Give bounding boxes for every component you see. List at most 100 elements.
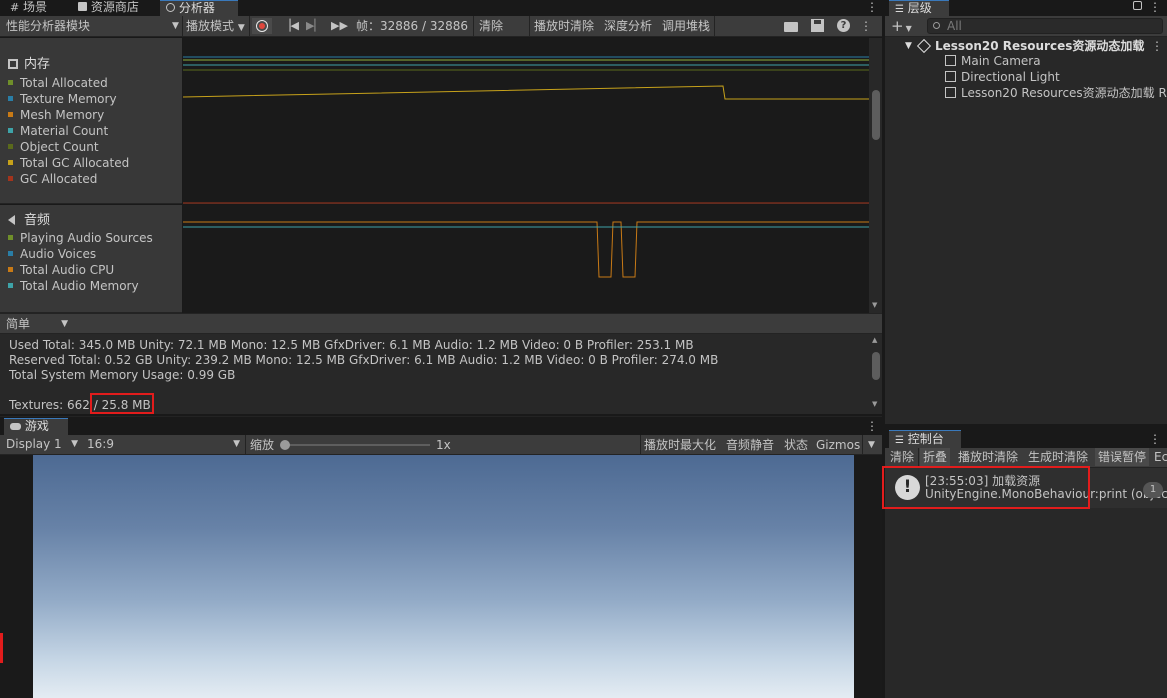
lock-icon[interactable] — [1133, 1, 1142, 10]
audio-module-panel[interactable]: 音频 Playing Audio Sources Audio Voices Tota… — [0, 205, 182, 313]
console-clear-button[interactable]: 清除 — [887, 448, 917, 466]
console-clear-on-play-button[interactable]: 播放时清除 — [955, 448, 1021, 466]
legend-label: Texture Memory — [20, 92, 117, 106]
legend-label: GC Allocated — [20, 172, 98, 186]
current-frame-button[interactable]: ▶▶ — [331, 16, 348, 36]
legend-label: Total Audio Memory — [20, 279, 139, 293]
memory-chart[interactable] — [182, 38, 869, 204]
stats-button[interactable]: 状态 — [784, 435, 808, 455]
game-menu-icon[interactable]: ⋮ — [866, 419, 878, 433]
tab-console[interactable]: ☰ 控制台 — [889, 430, 961, 448]
legend-label: Total Audio CPU — [20, 263, 115, 277]
next-frame-icon: ▶▏ — [306, 19, 323, 32]
scene-row[interactable]: ▼ Lesson20 Resources资源动态加载 — [905, 38, 1144, 54]
clear-on-play-button[interactable]: 播放时清除 — [534, 16, 594, 36]
legend-swatch — [8, 112, 13, 117]
scroll-up-icon[interactable]: ▲ — [872, 336, 877, 344]
legend-swatch — [8, 176, 13, 181]
legend-swatch — [8, 80, 13, 85]
clear-button[interactable]: 清除 — [479, 16, 503, 36]
scale-slider-thumb[interactable] — [280, 440, 290, 450]
audio-chart[interactable] — [183, 205, 869, 313]
audio-module-header: 音频 — [8, 209, 50, 228]
more-options-icon[interactable]: ⋮ — [866, 0, 878, 14]
details-scrollbar-thumb[interactable] — [872, 352, 880, 380]
gameobject-icon — [945, 71, 956, 82]
hierarchy-search-input[interactable]: All — [927, 18, 1163, 34]
audio-legend-item[interactable]: Total Audio Memory — [8, 278, 139, 294]
profiler-toolbar: 性能分析器模块 ▼ 播放模式 ▼ ▕◀ ▶▏ ▶▶ 帧：32886 / 3288… — [0, 16, 882, 37]
previous-frame-button[interactable]: ▕◀ — [282, 16, 299, 36]
view-mode-dropdown[interactable]: 简单 ▼ — [2, 316, 74, 332]
legend-label: Total GC Allocated — [20, 156, 130, 170]
memory-module-panel[interactable]: 内存 Total Allocated Texture Memory Mesh Mem… — [0, 38, 182, 204]
memory-legend-item[interactable]: Texture Memory — [8, 91, 117, 107]
scroll-down-icon[interactable]: ▼ — [872, 301, 877, 309]
hierarchy-item-lesson20[interactable]: Lesson20 Resources资源动态加载 R — [945, 85, 1167, 101]
call-stacks-button[interactable]: 调用堆栈 — [662, 16, 710, 36]
scale-label: 缩放 — [250, 438, 275, 452]
memory-legend-item[interactable]: Total GC Allocated — [8, 155, 129, 171]
tab-game[interactable]: 游戏 — [4, 418, 68, 436]
create-button[interactable]: + ▼ — [891, 16, 912, 39]
profiler-modules-dropdown[interactable]: 性能分析器模块 ▼ — [6, 16, 182, 36]
memory-legend-item[interactable]: Mesh Memory — [8, 107, 104, 123]
next-frame-button[interactable]: ▶▏ — [306, 16, 323, 36]
help-button[interactable]: ? — [837, 19, 850, 32]
save-button[interactable] — [811, 19, 824, 32]
series-line-total-gc — [182, 85, 869, 100]
expand-arrow-icon[interactable]: ▼ — [905, 38, 912, 54]
display-dropdown[interactable]: Display 1 ▼ — [2, 436, 82, 453]
scale-slider[interactable] — [280, 440, 430, 450]
scroll-down-icon[interactable]: ▼ — [872, 400, 877, 408]
console-editor-button[interactable]: Ec — [1151, 448, 1167, 466]
memory-legend-item[interactable]: Object Count — [8, 139, 99, 155]
console-menu-icon[interactable]: ⋮ — [1149, 432, 1161, 446]
scene-menu-icon[interactable]: ⋮ — [1151, 39, 1163, 53]
maximize-on-play-button[interactable]: 播放时最大化 — [644, 435, 716, 455]
gizmos-dropdown-icon[interactable]: ▼ — [868, 435, 875, 455]
load-button[interactable] — [784, 19, 798, 32]
legend-label: Object Count — [20, 140, 99, 154]
hierarchy-tree: ▼ Lesson20 Resources资源动态加载 ⋮ Main Camera… — [885, 37, 1167, 424]
scale-value: 1x — [436, 438, 451, 452]
mute-audio-button[interactable]: 音频静音 — [726, 435, 774, 455]
textures-highlight-box — [90, 393, 154, 414]
tab-profiler[interactable]: 分析器 — [160, 0, 238, 16]
console-clear-on-build-button[interactable]: 生成时清除 — [1025, 448, 1091, 466]
hierarchy-tabbar: ☰ 层级 ⋮ — [885, 0, 1167, 16]
speaker-icon — [8, 214, 15, 225]
profiler-menu-icon[interactable]: ⋮ — [860, 19, 872, 33]
memory-legend-item[interactable]: Total Allocated — [8, 75, 108, 91]
game-toolbar: Display 1 ▼ 16:9 ▼ 缩放 1x 播放时最大化 音频静音 状态 … — [0, 435, 882, 455]
console-toolbar: 清除 折叠 播放时清除 生成时清除 错误暂停 Ec — [885, 448, 1167, 468]
audio-legend-item[interactable]: Audio Voices — [8, 246, 96, 262]
legend-swatch — [8, 251, 13, 256]
tab-hierarchy[interactable]: ☰ 层级 — [889, 0, 949, 16]
gizmos-button[interactable]: Gizmos — [816, 435, 860, 455]
hierarchy-item-main-camera[interactable]: Main Camera — [945, 53, 1041, 69]
aspect-dropdown[interactable]: 16:9 ▼ — [84, 436, 244, 453]
tab-asset-store[interactable]: 资源商店 — [72, 0, 145, 16]
audio-legend-item[interactable]: Total Audio CPU — [8, 262, 114, 278]
profiler-scrollbar[interactable]: ▼ — [869, 38, 882, 313]
record-button[interactable] — [252, 18, 272, 34]
memory-legend-item[interactable]: GC Allocated — [8, 171, 97, 187]
system-usage-line: Total System Memory Usage: 0.99 GB — [9, 368, 236, 382]
game-view-area[interactable] — [0, 455, 882, 698]
memory-legend-item[interactable]: Material Count — [8, 123, 108, 139]
legend-swatch — [8, 96, 13, 101]
profiler-scrollbar-thumb[interactable] — [872, 90, 880, 140]
search-icon — [933, 22, 940, 29]
hierarchy-menu-icon[interactable]: ⋮ — [1149, 0, 1161, 14]
audio-legend-item[interactable]: Playing Audio Sources — [8, 230, 153, 246]
console-collapse-button[interactable]: 折叠 — [920, 448, 951, 466]
play-mode-dropdown[interactable]: 播放模式 ▼ — [186, 16, 245, 38]
profiler-icon — [166, 3, 175, 12]
console-entry-highlight-box — [882, 466, 1090, 509]
tab-scene[interactable]: # 场景 — [4, 0, 53, 16]
hierarchy-item-directional-light[interactable]: Directional Light — [945, 69, 1060, 85]
console-error-pause-button[interactable]: 错误暂停 — [1095, 448, 1150, 466]
deep-profile-button[interactable]: 深度分析 — [604, 16, 652, 36]
details-scrollbar[interactable]: ▲ ▼ — [869, 334, 882, 414]
